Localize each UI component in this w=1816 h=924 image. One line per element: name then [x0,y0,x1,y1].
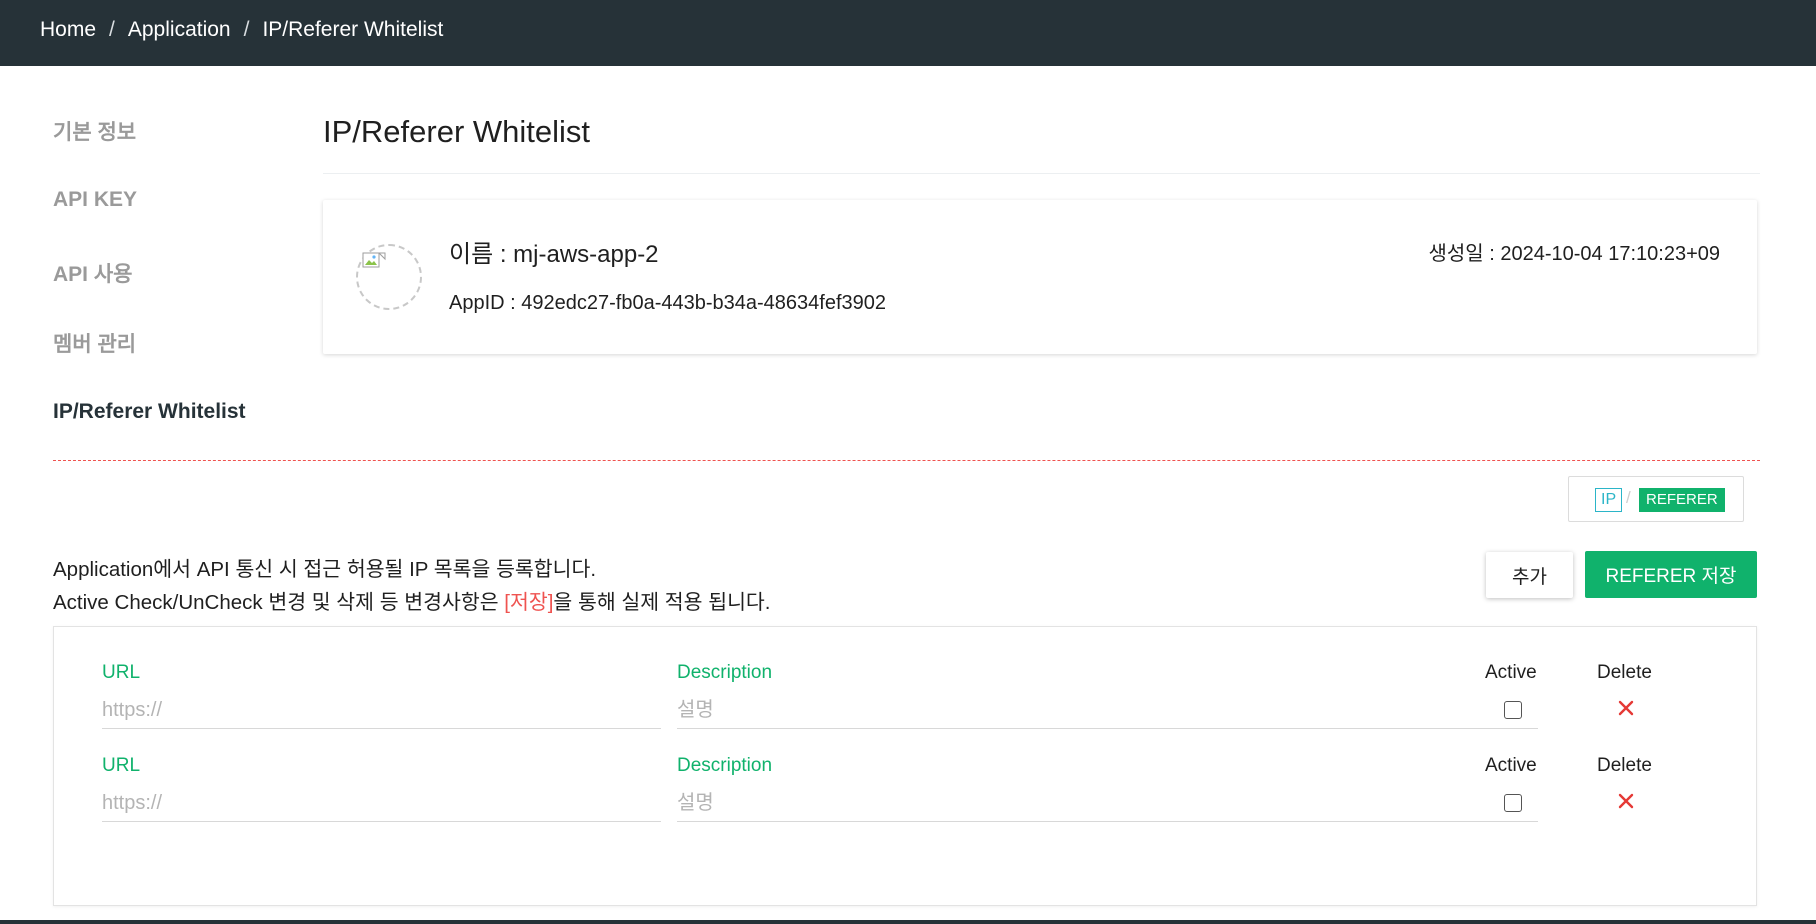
whitelist-description: Application에서 API 통신 시 접근 허용될 IP 목록을 등록합… [53,553,770,619]
referer-save-button[interactable]: REFERER 저장 [1585,551,1757,598]
active-checkbox[interactable] [1504,794,1522,812]
app-info-card: 이름 : mj-aws-app-2 AppID : 492edc27-fb0a-… [323,200,1757,354]
description-line-2-start: Active Check/UnCheck 변경 및 삭제 등 변경사항은 [53,591,505,614]
breadcrumb-current: IP/Referer Whitelist [262,18,444,41]
broken-image-icon [362,252,386,268]
add-button[interactable]: 추가 [1486,552,1573,598]
whitelist-row: URL Description Active Delete [54,627,1756,729]
sidebar-item-basic-info[interactable]: 기본 정보 [53,116,136,146]
sidebar-item-api-usage[interactable]: API 사용 [53,258,132,288]
bottom-edge [0,920,1816,924]
breadcrumb-application[interactable]: Application [128,18,231,42]
description-label: Description [677,755,773,776]
title-divider [323,173,1760,174]
breadcrumb-separator: / [109,18,115,41]
description-input[interactable] [677,786,1538,822]
description-line-2: Active Check/UnCheck 변경 및 삭제 등 변경사항은 [저장… [53,586,770,619]
app-created-date: 생성일 : 2024-10-04 17:10:23+09 [1428,243,1720,265]
url-input[interactable] [102,786,661,822]
mode-ip-option[interactable]: IP [1595,488,1623,512]
whitelist-row: URL Description Active Delete [54,720,1756,822]
app-avatar [356,244,422,310]
breadcrumb-home[interactable]: Home [40,18,96,42]
mode-referer-option[interactable]: REFERER [1639,488,1725,512]
description-line-1: Application에서 API 통신 시 접근 허용될 IP 목록을 등록합… [53,558,597,581]
section-divider [53,460,1760,461]
url-label: URL [102,662,141,683]
url-label: URL [102,755,141,776]
mode-separator: / [1626,488,1631,507]
breadcrumb: Home / Application / IP/Referer Whitelist [40,18,443,42]
description-label: Description [677,662,773,683]
close-icon[interactable] [1615,697,1637,719]
breadcrumb-separator: / [243,18,250,41]
page-title: IP/Referer Whitelist [323,114,591,149]
top-bar: Home / Application / IP/Referer Whitelist [0,0,1816,66]
whitelist-list: URL Description Active Delete URL Descri… [53,626,1757,906]
app-id: AppID : 492edc27-fb0a-443b-b34a-48634fef… [449,292,887,314]
delete-label: Delete [1597,755,1652,776]
app-name: 이름 : mj-aws-app-2 [449,241,659,268]
active-label: Active [1485,662,1537,683]
active-checkbox[interactable] [1504,701,1522,719]
description-save-highlight: [저장] [504,591,554,614]
sidebar-item-member-management[interactable]: 멤버 관리 [53,328,136,358]
close-icon[interactable] [1615,790,1637,812]
delete-label: Delete [1597,662,1652,683]
sidebar-item-api-key[interactable]: API KEY [53,188,137,212]
sidebar-item-ip-referer-whitelist[interactable]: IP/Referer Whitelist [53,400,246,424]
active-label: Active [1485,755,1537,776]
description-line-2-end: 을 통해 실제 적용 됩니다. [553,591,771,614]
ip-referer-toggle: IP / REFERER [1568,476,1744,522]
